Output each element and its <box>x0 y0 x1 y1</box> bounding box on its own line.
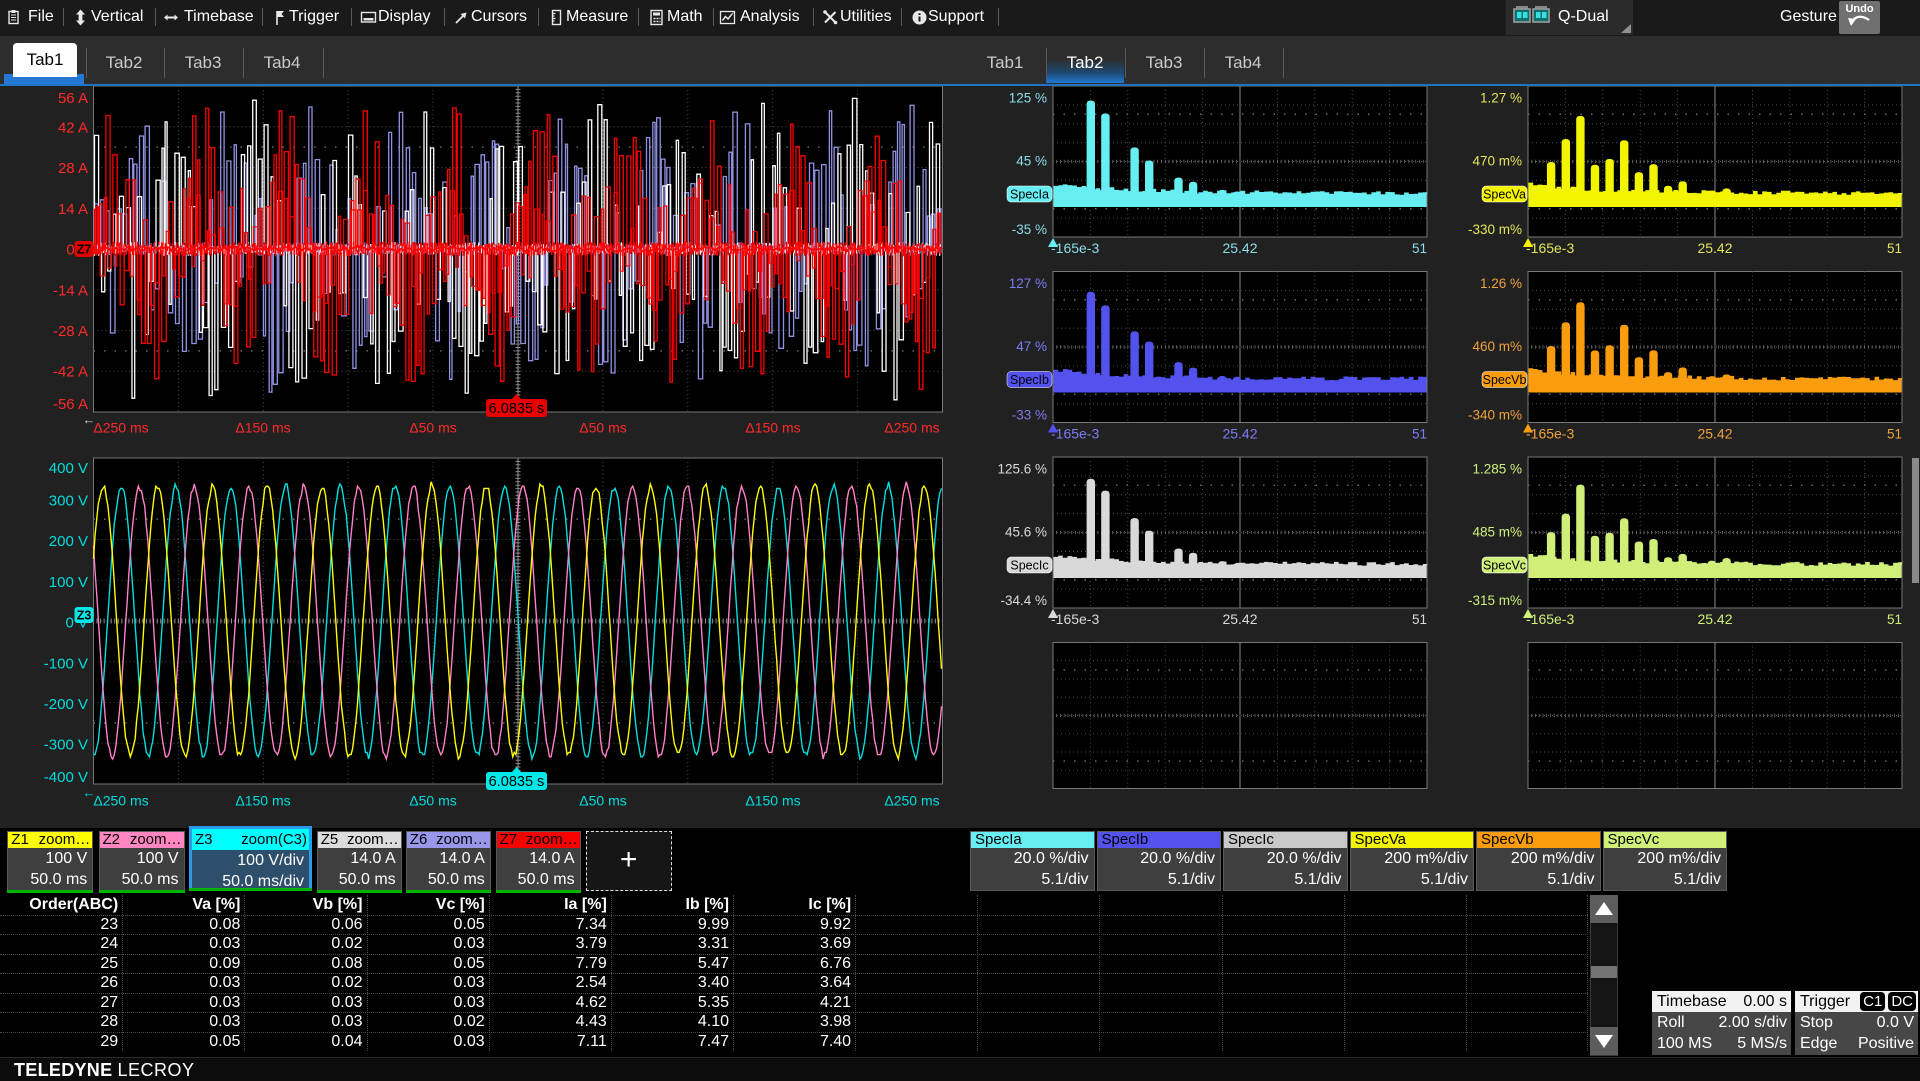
svg-text:Δ250 ms: Δ250 ms <box>884 420 939 436</box>
svg-text:Δ250 ms: Δ250 ms <box>93 420 148 436</box>
svg-text:485 m%: 485 m% <box>1472 525 1522 540</box>
svg-text:-35 %: -35 % <box>1012 222 1047 237</box>
svg-text:-315 m%: -315 m% <box>1468 593 1522 608</box>
svg-text:-165e-3: -165e-3 <box>1526 611 1574 627</box>
svg-text:1.27 %: 1.27 % <box>1480 91 1522 106</box>
svg-text:56 A: 56 A <box>58 90 88 107</box>
svg-text:42 A: 42 A <box>58 119 88 136</box>
svg-text:SpecVa: SpecVa <box>1483 188 1526 202</box>
svg-text:-330 m%: -330 m% <box>1468 222 1522 237</box>
svg-text:Δ250 ms: Δ250 ms <box>884 793 939 809</box>
svg-text:-165e-3: -165e-3 <box>1526 426 1574 442</box>
svg-text:1.285 %: 1.285 % <box>1472 462 1522 477</box>
svg-text:6.0835 s: 6.0835 s <box>489 774 545 790</box>
svg-text:←: ← <box>83 785 96 800</box>
svg-text:SpecIb: SpecIb <box>1010 373 1049 387</box>
svg-text:-42 A: -42 A <box>53 364 88 381</box>
svg-text:Δ250 ms: Δ250 ms <box>93 793 148 809</box>
svg-text:470 m%: 470 m% <box>1472 154 1522 169</box>
svg-text:200 V: 200 V <box>49 533 88 550</box>
svg-text:Δ50 ms: Δ50 ms <box>579 793 626 809</box>
svg-text:SpecVb: SpecVb <box>1483 373 1527 387</box>
svg-text:-300 V: -300 V <box>44 737 88 754</box>
svg-text:28 A: 28 A <box>58 160 88 177</box>
svg-text:400 V: 400 V <box>49 460 88 477</box>
svg-text:-165e-3: -165e-3 <box>1051 240 1099 256</box>
svg-text:100 V: 100 V <box>49 574 88 591</box>
svg-text:Δ150 ms: Δ150 ms <box>745 793 800 809</box>
svg-text:25.42: 25.42 <box>1222 611 1257 627</box>
svg-text:-400 V: -400 V <box>44 769 88 786</box>
svg-text:-165e-3: -165e-3 <box>1051 611 1099 627</box>
svg-text:SpecVc: SpecVc <box>1483 559 1526 573</box>
svg-text:Δ150 ms: Δ150 ms <box>235 420 290 436</box>
svg-text:25.42: 25.42 <box>1222 240 1257 256</box>
svg-text:125 %: 125 % <box>1009 91 1047 106</box>
svg-text:47 %: 47 % <box>1016 339 1047 354</box>
svg-text:-165e-3: -165e-3 <box>1526 240 1574 256</box>
svg-text:-200 V: -200 V <box>44 696 88 713</box>
svg-text:25.42: 25.42 <box>1222 426 1257 442</box>
svg-text:SpecIa: SpecIa <box>1010 188 1049 202</box>
svg-text:-340 m%: -340 m% <box>1468 408 1522 423</box>
svg-text:125.6 %: 125.6 % <box>997 462 1047 477</box>
svg-text:Δ150 ms: Δ150 ms <box>745 420 800 436</box>
svg-text:51: 51 <box>1887 612 1902 627</box>
svg-text:Δ50 ms: Δ50 ms <box>409 420 456 436</box>
svg-text:-14 A: -14 A <box>53 282 88 299</box>
svg-text:-56 A: -56 A <box>53 396 88 413</box>
svg-text:Z3: Z3 <box>77 609 92 623</box>
svg-text:-34.4 %: -34.4 % <box>1000 593 1047 608</box>
svg-text:14 A: 14 A <box>58 201 88 218</box>
svg-text:1.26 %: 1.26 % <box>1480 276 1522 291</box>
svg-text:45 %: 45 % <box>1016 154 1047 169</box>
svg-text:-28 A: -28 A <box>53 323 88 340</box>
svg-text:-100 V: -100 V <box>44 655 88 672</box>
svg-text:460 m%: 460 m% <box>1472 339 1522 354</box>
svg-text:25.42: 25.42 <box>1697 426 1732 442</box>
svg-text:51: 51 <box>1412 427 1427 442</box>
svg-text:51: 51 <box>1887 241 1902 256</box>
svg-text:25.42: 25.42 <box>1697 611 1732 627</box>
svg-text:51: 51 <box>1412 241 1427 256</box>
svg-text:-165e-3: -165e-3 <box>1051 426 1099 442</box>
svg-text:300 V: 300 V <box>49 492 88 509</box>
svg-text:127 %: 127 % <box>1009 276 1047 291</box>
svg-text:Z7: Z7 <box>77 243 92 257</box>
svg-text:-33 %: -33 % <box>1012 408 1047 423</box>
svg-text:51: 51 <box>1887 427 1902 442</box>
svg-text:Δ50 ms: Δ50 ms <box>409 793 456 809</box>
svg-text:25.42: 25.42 <box>1697 240 1732 256</box>
svg-text:SpecIc: SpecIc <box>1010 559 1048 573</box>
svg-text:←: ← <box>83 412 96 427</box>
svg-text:51: 51 <box>1412 612 1427 627</box>
svg-text:45.6 %: 45.6 % <box>1005 525 1047 540</box>
svg-text:6.0835 s: 6.0835 s <box>489 401 545 417</box>
svg-text:Δ150 ms: Δ150 ms <box>235 793 290 809</box>
svg-text:Δ50 ms: Δ50 ms <box>579 420 626 436</box>
